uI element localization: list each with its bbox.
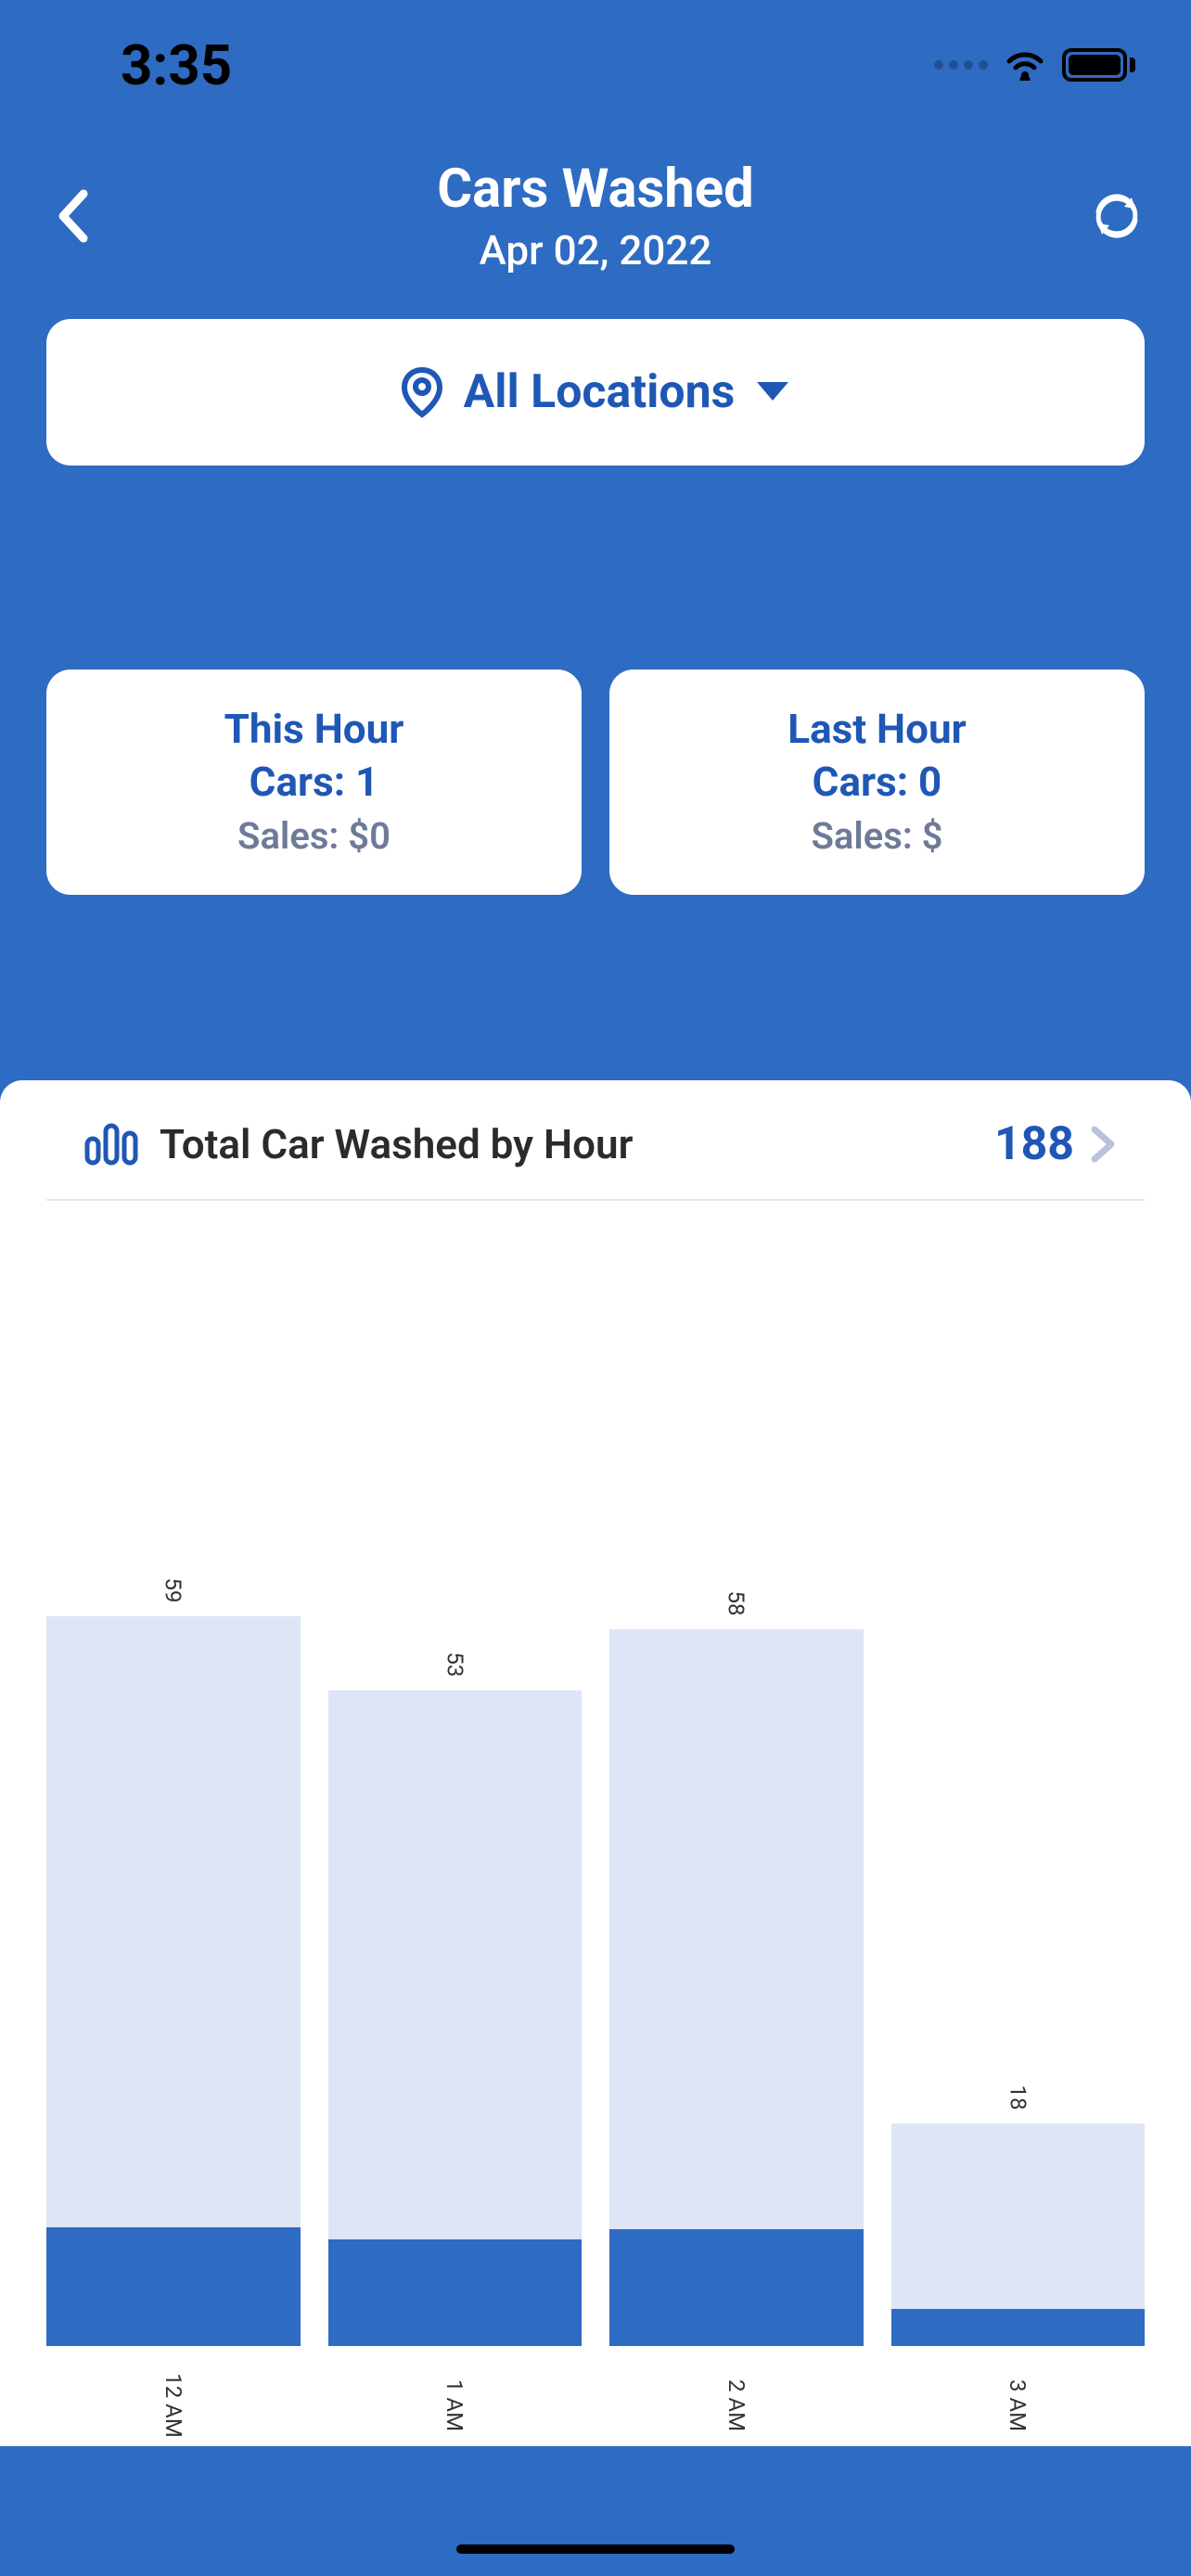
chart-panel: Total Car Washed by Hour 188 5912 AM531 … (0, 1080, 1191, 2446)
location-dropdown-label: All Locations (464, 365, 736, 419)
bar-value-label: 58 (724, 1591, 749, 1616)
stat-cards-row: This Hour Cars: 1 Sales: $0 Last Hour Ca… (0, 670, 1191, 895)
last-hour-title: Last Hour (628, 703, 1126, 756)
battery-icon (1062, 48, 1135, 82)
last-hour-sales: Sales: $ (628, 814, 1126, 858)
bar-value-label: 53 (442, 1652, 467, 1677)
chevron-right-icon (1089, 1126, 1117, 1163)
page-title: Cars Washed (102, 158, 1089, 221)
status-time: 3:35 (121, 32, 232, 98)
page-header: Cars Washed Apr 02, 2022 (0, 148, 1191, 302)
this-hour-sales: Sales: $0 (65, 814, 563, 858)
bar-value-label: 18 (1005, 2085, 1031, 2111)
chevron-left-icon (56, 188, 93, 244)
bar-category-label: 2 AM (724, 2379, 749, 2431)
back-button[interactable] (46, 179, 102, 253)
location-dropdown[interactable]: All Locations (46, 319, 1145, 465)
last-hour-cars: Cars: 0 (628, 756, 1126, 809)
bar-category-label: 1 AM (442, 2379, 467, 2431)
bar-chart-icon (83, 1122, 139, 1167)
status-bar: 3:35 (0, 0, 1191, 148)
refresh-button[interactable] (1089, 188, 1145, 244)
chart-bars-area[interactable]: 5912 AM531 AM582 AM183 AM (46, 1210, 1145, 2418)
header-title-group: Cars Washed Apr 02, 2022 (102, 158, 1089, 274)
chart-bar[interactable]: 5912 AM (46, 1210, 301, 2418)
status-indicators (934, 48, 1135, 82)
home-indicator[interactable] (456, 2544, 735, 2554)
this-hour-title: This Hour (65, 703, 563, 756)
bar-category-label: 12 AM (160, 2373, 186, 2438)
cellular-dots-icon (934, 60, 988, 70)
last-hour-card[interactable]: Last Hour Cars: 0 Sales: $ (609, 670, 1145, 895)
this-hour-card[interactable]: This Hour Cars: 1 Sales: $0 (46, 670, 582, 895)
page-subtitle: Apr 02, 2022 (102, 226, 1089, 274)
chart-bar[interactable]: 582 AM (609, 1210, 864, 2418)
bar-value-label: 59 (160, 1578, 186, 1603)
bottom-bar (0, 2446, 1191, 2576)
caret-down-icon (755, 380, 790, 404)
location-pin-icon (401, 366, 443, 418)
chart-body: 5912 AM531 AM582 AM183 AM (0, 1210, 1191, 2446)
refresh-icon (1091, 190, 1143, 242)
chart-title: Total Car Washed by Hour (160, 1120, 994, 1168)
chart-bar[interactable]: 531 AM (328, 1210, 583, 2418)
chart-total-value: 188 (994, 1117, 1074, 1171)
chart-header[interactable]: Total Car Washed by Hour 188 (46, 1117, 1145, 1201)
wifi-icon (1005, 49, 1045, 81)
chart-bar[interactable]: 183 AM (891, 1210, 1146, 2418)
bar-category-label: 3 AM (1005, 2379, 1031, 2431)
this-hour-cars: Cars: 1 (65, 756, 563, 809)
